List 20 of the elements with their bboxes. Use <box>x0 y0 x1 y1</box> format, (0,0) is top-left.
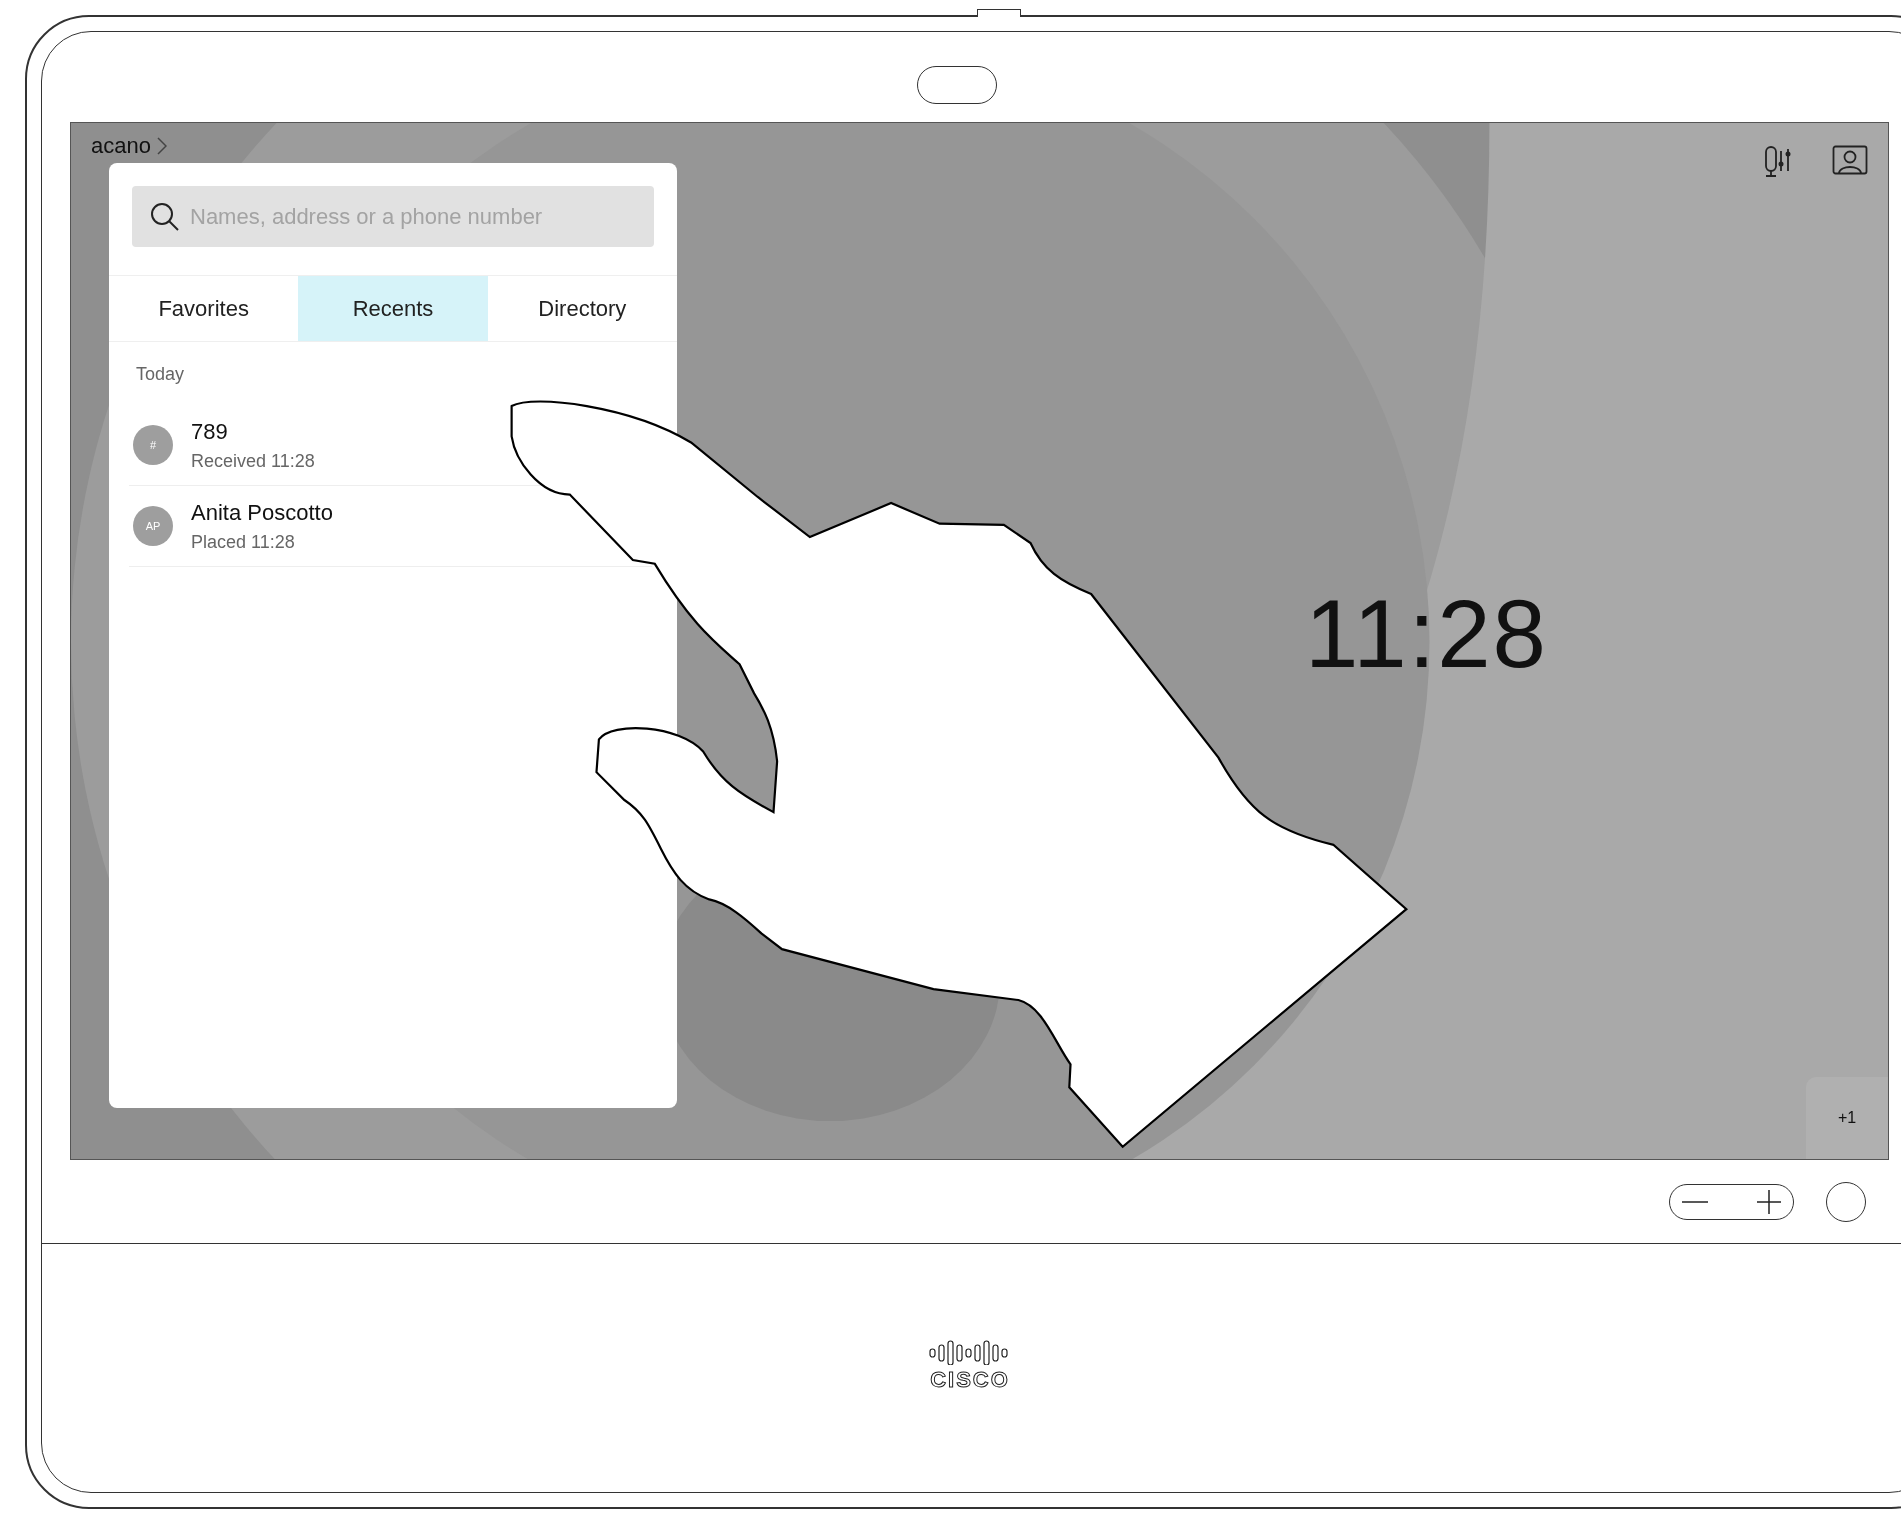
chevron-right-icon <box>156 137 167 155</box>
breadcrumb-text[interactable]: acano <box>91 133 151 159</box>
plus-icon <box>1757 1189 1781 1214</box>
contact-name: Anita Poscotto <box>191 499 333 526</box>
recent-call-item[interactable]: # 789 Received 11:28 <box>133 418 315 472</box>
contact-name: 789 <box>191 418 229 445</box>
minus-icon <box>1682 1199 1708 1204</box>
recent-call-item[interactable]: AP Anita Poscotto Placed 11:28 <box>133 499 333 553</box>
self-view-icon[interactable] <box>1832 145 1868 175</box>
call-detail: Received 11:28 <box>191 450 315 472</box>
tab[interactable]: Recents <box>298 276 488 341</box>
section-header: Today <box>136 364 186 385</box>
clock: 11:28 <box>1304 579 1548 689</box>
logo-wordmark: CISCO <box>930 1367 1010 1393</box>
avatar: AP <box>133 506 173 546</box>
search-icon <box>150 202 180 232</box>
call-detail: Placed 11:28 <box>191 531 296 553</box>
search-field[interactable]: Names, address or a phone number <box>132 186 654 247</box>
avatar: # <box>133 425 173 465</box>
participants-tab[interactable]: +1 <box>1806 1077 1888 1159</box>
